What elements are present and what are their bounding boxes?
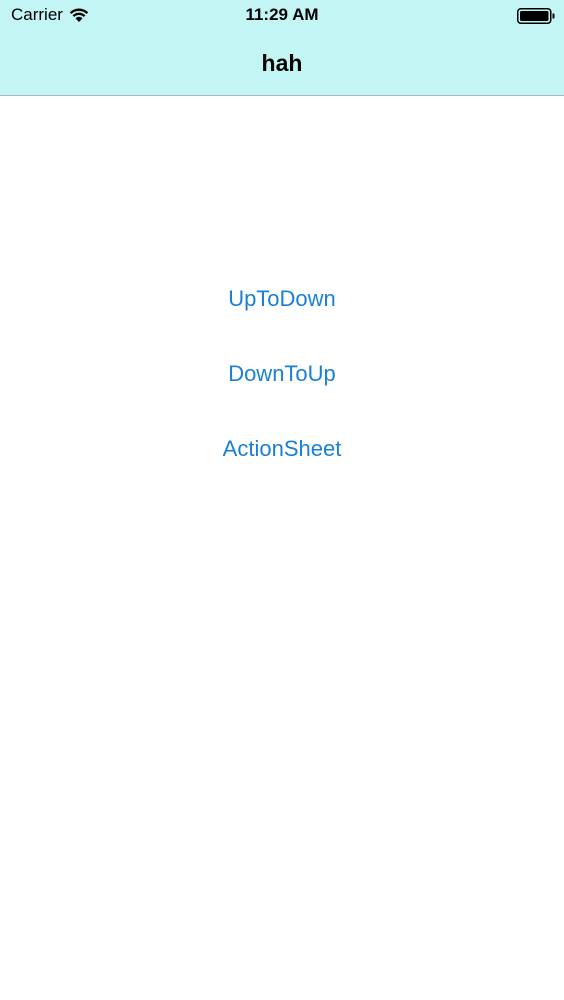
top-bar: Carrier 11:29 AM hah bbox=[0, 0, 564, 96]
navigation-bar: hah bbox=[0, 32, 564, 95]
app-screen: Carrier 11:29 AM hah UpToDown DownToUp A… bbox=[0, 0, 564, 1000]
status-bar: Carrier 11:29 AM bbox=[0, 0, 564, 32]
status-time: 11:29 AM bbox=[245, 5, 319, 24]
nav-title: hah bbox=[261, 50, 303, 76]
action-sheet-button[interactable]: ActionSheet bbox=[0, 436, 564, 462]
main-content: UpToDown DownToUp ActionSheet bbox=[0, 96, 564, 1000]
battery-icon bbox=[517, 8, 555, 24]
up-to-down-button[interactable]: UpToDown bbox=[0, 286, 564, 312]
down-to-up-button[interactable]: DownToUp bbox=[0, 361, 564, 387]
